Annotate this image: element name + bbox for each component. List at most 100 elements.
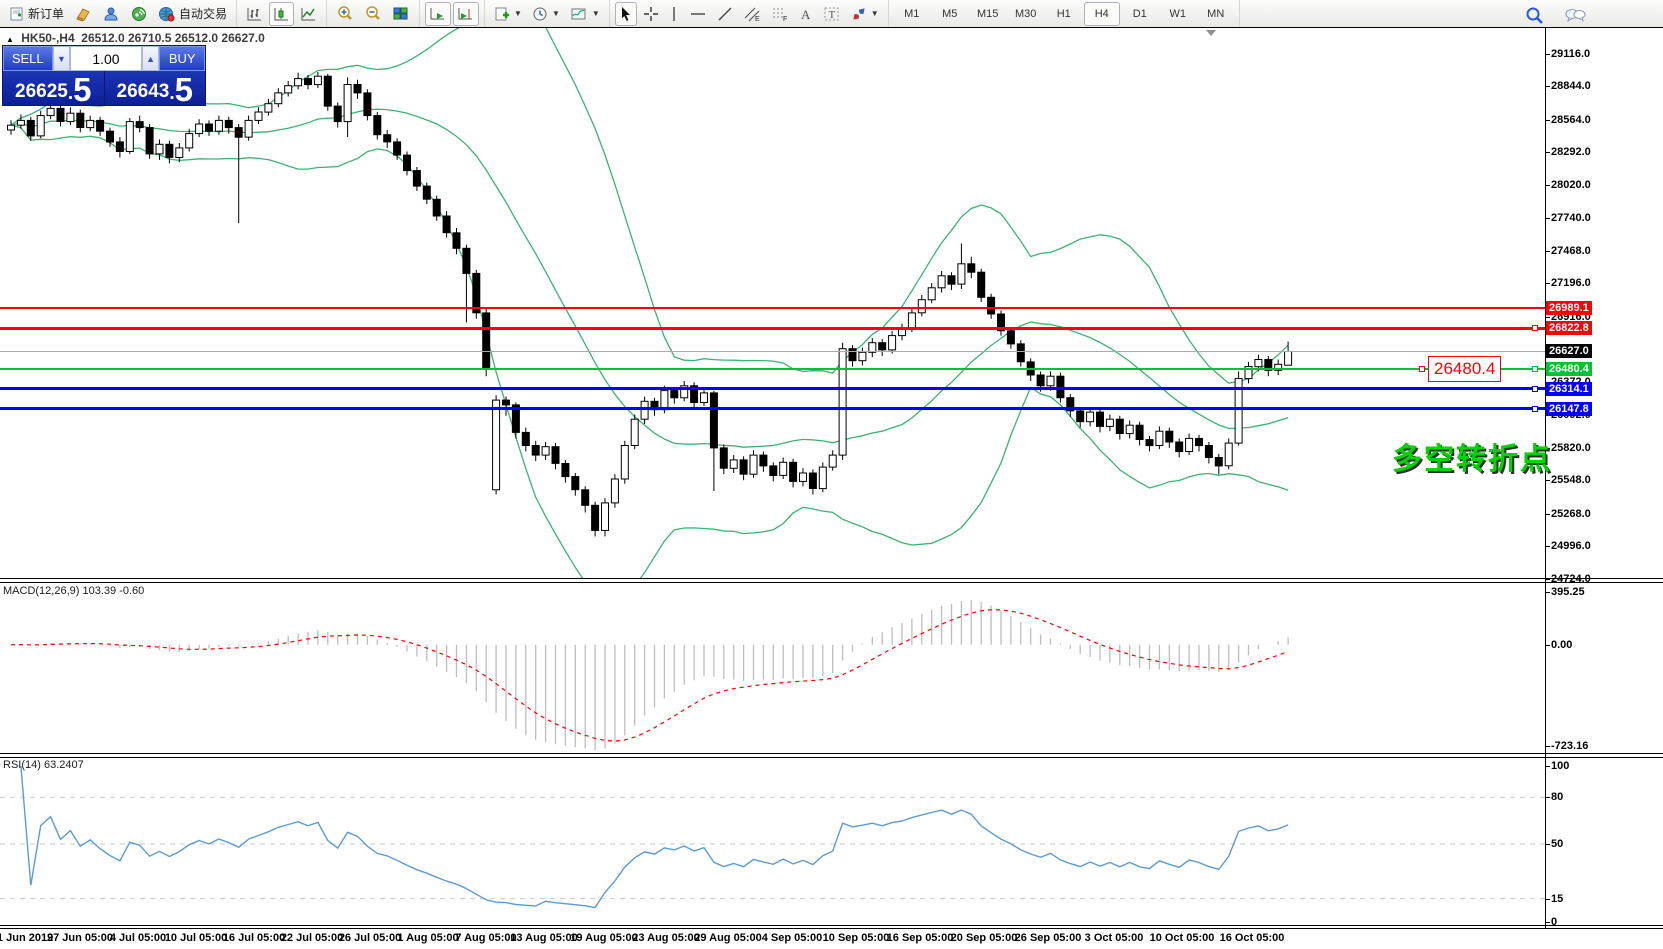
candle-body[interactable] — [1225, 443, 1232, 466]
candle-body[interactable] — [344, 85, 351, 122]
signals-button[interactable] — [126, 2, 152, 26]
candle-body[interactable] — [1097, 412, 1104, 426]
candle-body[interactable] — [176, 148, 183, 158]
candle-body[interactable] — [463, 248, 470, 273]
candle-body[interactable] — [503, 400, 510, 405]
collapse-triangle-icon[interactable]: ▲ — [6, 35, 14, 44]
timeframe-button-d1[interactable]: D1 — [1122, 2, 1158, 26]
zoom-in-button[interactable] — [332, 2, 358, 26]
fibonacci-button[interactable]: F — [767, 2, 793, 26]
time-axis-label[interactable]: 10 Oct 05:00 — [1150, 932, 1215, 944]
line-anchor-handle[interactable] — [1532, 406, 1538, 412]
candle-body[interactable] — [611, 479, 618, 503]
volume-input[interactable]: 1.00 — [70, 46, 141, 71]
candle-body[interactable] — [107, 131, 114, 142]
new-order-button[interactable]: 新订单 — [5, 2, 68, 26]
templates-button[interactable]: ▼ — [566, 2, 604, 26]
candle-body[interactable] — [760, 455, 767, 466]
candle-body[interactable] — [314, 76, 321, 84]
candle-body[interactable] — [1205, 446, 1212, 458]
candle-body[interactable] — [542, 447, 549, 455]
candle-body[interactable] — [1186, 438, 1193, 451]
candle-body[interactable] — [740, 460, 747, 474]
candle-body[interactable] — [186, 134, 193, 148]
candle-body[interactable] — [235, 128, 242, 138]
candle-body[interactable] — [750, 455, 757, 474]
mql-editor-button[interactable] — [70, 2, 96, 26]
market-button[interactable] — [98, 2, 124, 26]
candle-body[interactable] — [413, 171, 420, 187]
candle-body[interactable] — [334, 106, 341, 122]
price-callout-label[interactable]: 26480.4 — [1428, 356, 1501, 382]
candle-body[interactable] — [1106, 419, 1113, 426]
horizontal-level-line-26627.0[interactable] — [0, 351, 1545, 352]
candle-body[interactable] — [215, 120, 222, 131]
candle-body[interactable] — [384, 135, 391, 142]
candle-body[interactable] — [621, 446, 628, 480]
candle-body[interactable] — [225, 120, 232, 127]
candle-body[interactable] — [631, 419, 638, 445]
rsi-line[interactable] — [21, 766, 1288, 908]
buy-button[interactable]: BUY — [159, 46, 205, 71]
candle-body[interactable] — [404, 155, 411, 171]
candle-body[interactable] — [1146, 440, 1153, 446]
candle-body[interactable] — [1196, 438, 1203, 445]
timeframe-button-m5[interactable]: M5 — [932, 2, 968, 26]
candle-body[interactable] — [948, 276, 955, 284]
timeframe-button-m30[interactable]: M30 — [1008, 2, 1044, 26]
time-axis-label[interactable]: 27 Jun 05:00 — [47, 932, 113, 944]
time-axis-label[interactable]: 10 Sep 05:00 — [823, 932, 890, 944]
candle-body[interactable] — [146, 128, 153, 154]
candle-body[interactable] — [1166, 431, 1173, 442]
candle-body[interactable] — [394, 142, 401, 155]
candle-body[interactable] — [780, 462, 787, 475]
search-button[interactable] — [1521, 3, 1548, 27]
candle-body[interactable] — [572, 477, 579, 490]
price-callout-anchor[interactable] — [1419, 366, 1425, 372]
horizontal-level-line-26480.4[interactable] — [0, 368, 1545, 370]
time-axis-label[interactable]: 26 Jul 05:00 — [339, 932, 401, 944]
candle-body[interactable] — [116, 142, 123, 152]
candle-body[interactable] — [809, 473, 816, 489]
candle-body[interactable] — [265, 104, 272, 112]
candle-body[interactable] — [522, 432, 529, 445]
periods-button[interactable]: ▼ — [528, 2, 564, 26]
candle-body[interactable] — [295, 79, 302, 86]
candle-body[interactable] — [1017, 344, 1024, 362]
arrows-button[interactable]: ▼ — [847, 2, 883, 26]
sell-price[interactable]: 26625.5 — [3, 71, 104, 107]
candle-body[interactable] — [57, 108, 64, 121]
candle-body[interactable] — [592, 505, 599, 530]
candle-body[interactable] — [97, 120, 104, 131]
volume-increase-button[interactable]: ▲ — [142, 46, 160, 71]
macd-pane[interactable] — [0, 583, 1545, 752]
candle-body[interactable] — [988, 297, 995, 314]
candle-body[interactable] — [67, 113, 74, 121]
time-axis-label[interactable]: 19 Aug 05:00 — [570, 932, 637, 944]
candle-body[interactable] — [829, 455, 836, 467]
candle-body[interactable] — [819, 467, 826, 489]
text-button[interactable]: A — [795, 2, 817, 26]
candle-body[interactable] — [27, 120, 34, 135]
tile-windows-button[interactable] — [388, 2, 414, 26]
horizontal-level-line-26314.1[interactable] — [0, 387, 1545, 390]
horizontal-line-button[interactable] — [685, 2, 711, 26]
horizontal-level-line-26822.8[interactable] — [0, 327, 1545, 330]
time-axis-label[interactable]: 4 Jul 05:00 — [110, 932, 166, 944]
timeframe-button-mn[interactable]: MN — [1198, 2, 1234, 26]
candle-body[interactable] — [968, 264, 975, 272]
candle-body[interactable] — [701, 393, 708, 403]
candle-body[interactable] — [305, 79, 312, 85]
candle-body[interactable] — [1116, 419, 1123, 433]
volume-decrease-button[interactable]: ▼ — [53, 46, 71, 71]
time-axis-label[interactable]: 21 Jun 2019 — [0, 932, 53, 944]
equidistant-channel-button[interactable]: E — [739, 2, 765, 26]
cursor-button[interactable] — [615, 2, 637, 26]
candle-body[interactable] — [37, 116, 44, 136]
horizontal-level-line-26989.1[interactable] — [0, 307, 1545, 309]
zoom-out-button[interactable] — [360, 2, 386, 26]
time-axis-label[interactable]: 7 Aug 05:00 — [455, 932, 516, 944]
candle-body[interactable] — [1077, 411, 1084, 422]
candle-body[interactable] — [1136, 425, 1143, 439]
candle-body[interactable] — [8, 125, 15, 130]
